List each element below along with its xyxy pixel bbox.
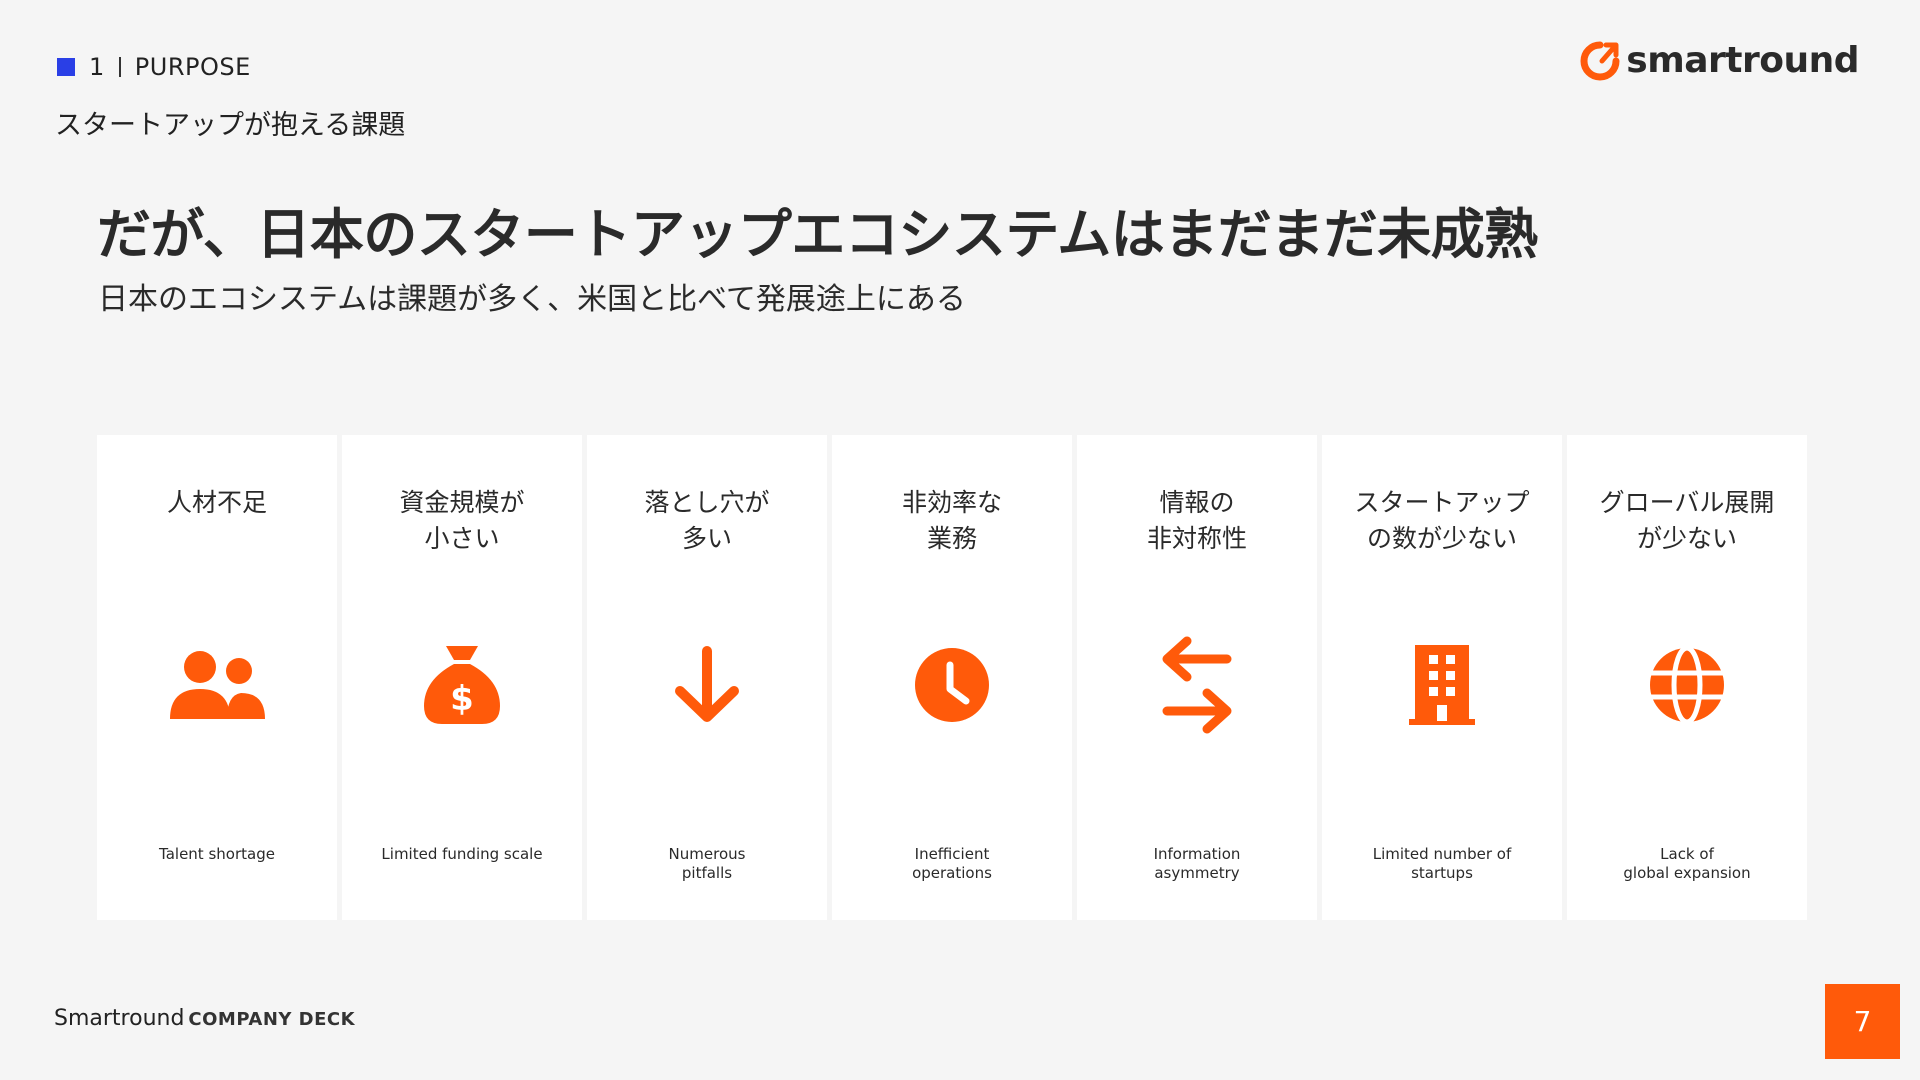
challenge-card-operations: 非効率な 業務 Inefficient operations: [832, 435, 1072, 920]
card-caption: Numerous pitfalls: [668, 845, 746, 882]
brand-logo: smartround: [1580, 40, 1859, 81]
card-caption: Limited funding scale: [381, 845, 543, 863]
headline: だが、日本のスタートアップエコシステムはまだまだ未成熟: [97, 203, 1538, 266]
card-caption: Limited number of startups: [1372, 845, 1512, 882]
footer: Smartround COMPANY DECK: [54, 1006, 355, 1031]
challenge-cards: 人材不足 Talent shortage 資金規模が 小さい $ Limited…: [97, 435, 1807, 920]
money-bag-icon: $: [412, 635, 512, 735]
challenge-card-funding: 資金規模が 小さい $ Limited funding scale: [342, 435, 582, 920]
section-separator: [118, 57, 121, 77]
card-title: グローバル展開 が少ない: [1599, 488, 1775, 553]
challenge-card-pitfalls: 落とし穴が 多い Numerous pitfalls: [587, 435, 827, 920]
card-title: 資金規模が 小さい: [399, 488, 525, 553]
challenge-card-talent: 人材不足 Talent shortage: [97, 435, 337, 920]
clock-icon: [902, 635, 1002, 735]
challenge-card-information: 情報の 非対称性 Information asymmetry: [1077, 435, 1317, 920]
exchange-arrows-icon: [1147, 635, 1247, 735]
card-caption: Talent shortage: [159, 845, 275, 863]
card-title: 落とし穴が 多い: [644, 488, 770, 553]
page-number: 7: [1825, 984, 1900, 1059]
card-title: 人材不足: [166, 488, 267, 517]
rocket-logo-icon: [1580, 41, 1620, 80]
people-icon: [167, 635, 267, 735]
footer-brand: Smartround: [54, 1006, 185, 1031]
arrow-down-icon: [657, 635, 757, 735]
globe-icon: [1637, 635, 1737, 735]
section-marker: [57, 58, 75, 76]
section-number: 1: [89, 53, 105, 81]
subheadline: 日本のエコシステムは課題が多く、米国と比べて発展途上にある: [98, 282, 966, 317]
footer-deck-label: COMPANY DECK: [188, 1009, 356, 1030]
section-name: PURPOSE: [134, 53, 251, 81]
svg-text:$: $: [450, 679, 474, 719]
card-title: スタートアップ の数が少ない: [1354, 488, 1530, 553]
challenge-card-startups: スタートアップ の数が少ない Limited number of startup…: [1322, 435, 1562, 920]
card-title: 情報の 非対称性: [1146, 488, 1247, 553]
card-caption: Information asymmetry: [1153, 845, 1241, 882]
card-title: 非効率な 業務: [901, 488, 1002, 553]
card-caption: Lack of global expansion: [1623, 845, 1751, 882]
section-subtitle: スタートアップが抱える課題: [55, 110, 406, 141]
section-label: 1 PURPOSE: [57, 53, 251, 81]
brand-name: smartround: [1626, 40, 1859, 81]
challenge-card-global: グローバル展開 が少ない Lack of global expansion: [1567, 435, 1807, 920]
card-caption: Inefficient operations: [912, 845, 992, 882]
building-icon: [1392, 635, 1492, 735]
